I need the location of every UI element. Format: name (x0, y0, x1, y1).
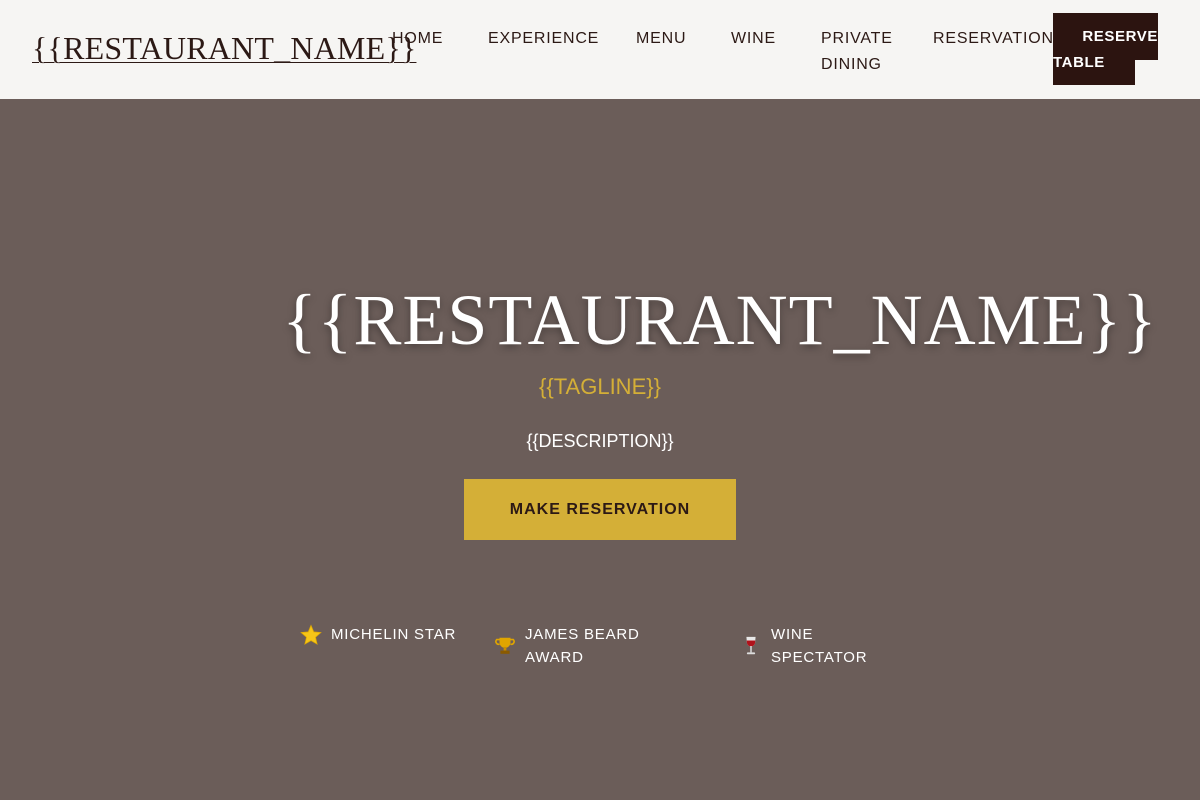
award-label: JAMES BEARD AWARD (525, 626, 640, 666)
hero-description: {{DESCRIPTION}} (526, 431, 674, 451)
site-logo-link[interactable]: {{RESTAURANT_NAME}} (32, 30, 416, 67)
nav-link-private-dining[interactable]: PRIVATE DINING (821, 26, 901, 78)
star-icon (300, 623, 322, 646)
make-reservation-button[interactable]: MAKE RESERVATION (464, 479, 736, 540)
hero-section: {{RESTAURANT_NAME}} {{TAGLINE}} {{DESCRI… (0, 99, 1200, 800)
award-wine-spectator: WINE SPECTATOR (740, 623, 901, 669)
nav-link-reservations[interactable]: RESERVATIONS (933, 26, 1065, 52)
nav-link-experience[interactable]: EXPERIENCE (488, 26, 599, 52)
trophy-icon (494, 635, 516, 657)
hero-tagline: {{TAGLINE}} (539, 374, 661, 399)
nav-link-menu[interactable]: MENU (636, 26, 686, 52)
award-label: WINE SPECTATOR (771, 626, 868, 666)
award-michelin: MICHELIN STAR (300, 623, 461, 646)
navbar: {{RESTAURANT_NAME}} HOME EXPERIENCE MENU… (0, 0, 1200, 99)
hero-title: {{RESTAURANT_NAME}} (0, 279, 1200, 362)
hero-title-text: {{RESTAURANT_NAME}} (282, 280, 1158, 360)
award-label: MICHELIN STAR (331, 626, 457, 643)
nav-link-wine[interactable]: WINE (731, 26, 776, 52)
award-james-beard: JAMES BEARD AWARD (494, 623, 655, 669)
nav-link-home[interactable]: HOME (392, 26, 443, 52)
reserve-button-label-line2: TABLE (1053, 54, 1105, 71)
wine-glass-icon (740, 635, 762, 657)
reserve-button-label-line1: RESERVE (1082, 28, 1158, 45)
reserve-table-button[interactable]: RESERVE TABLE (1053, 13, 1158, 85)
reserve-button-label: RESERVE TABLE (1053, 24, 1158, 76)
